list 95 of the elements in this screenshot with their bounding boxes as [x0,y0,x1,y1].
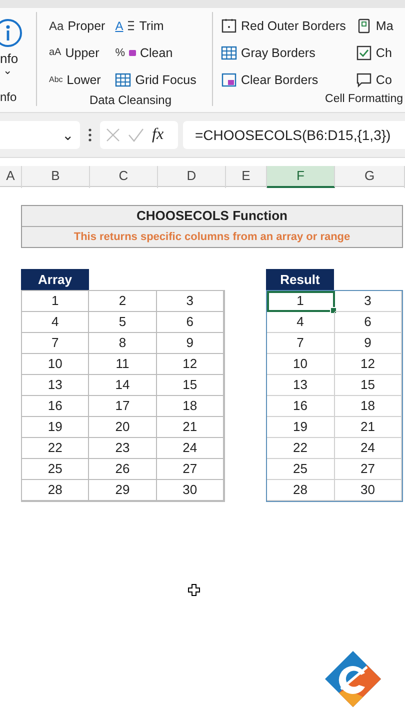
table-cell: 19 [267,417,334,438]
table-cell: 5 [89,312,157,333]
table-cell: 21 [334,417,402,438]
table-cell: 23 [89,438,157,459]
table-cell: 9 [334,333,402,354]
table-cell: 10 [22,354,90,375]
column-header[interactable]: G [335,166,405,188]
ribbon-command[interactable]: A Trim [115,12,198,39]
table-cell: 13 [22,375,90,396]
table-cell: 9 [156,333,224,354]
table-cell: 1 [267,291,334,312]
table-cell: 28 [267,480,334,501]
table-cell: 18 [334,396,402,417]
table-cell: 13 [267,375,334,396]
column-header[interactable]: F [267,166,335,188]
ribbon-command[interactable]: Ch [356,39,396,66]
group-label: Cell Formatting [324,93,404,106]
table-cell: 24 [156,438,224,459]
ribbon-command[interactable]: Co [356,66,396,93]
group-label: Data Cleansing [88,93,173,107]
fill-handle[interactable] [330,307,336,314]
sheet-title: CHOOSECOLS Function [22,206,402,227]
move-cursor-icon [188,584,200,596]
table-cell: 4 [267,312,334,333]
table-cell: 25 [267,459,334,480]
table-cell: 15 [334,375,402,396]
table-cell: 10 [267,354,334,375]
clear-borders-icon [221,72,237,88]
table-cell: 15 [156,375,224,396]
formula-field[interactable]: =CHOOSECOLS(B6:D15,{1,3}) [183,121,405,149]
table-cell: 20 [89,417,157,438]
book-icon [356,18,372,34]
table-cell: 16 [267,396,334,417]
caret-icon[interactable]: ⌄ [62,127,74,143]
table-cell: 3 [156,291,224,312]
ribbon-command[interactable]: Ma [356,12,396,39]
table-cell: 18 [156,396,224,417]
table-cell: 12 [334,354,402,375]
ribbon-command[interactable]: aA Upper [49,39,108,66]
table-cell: 22 [267,438,334,459]
ribbon-command[interactable]: % Clean [115,39,198,66]
ribbon-command[interactable]: Clear Borders [221,66,348,93]
ribbon-command[interactable]: Aa Proper [49,12,108,39]
insert-function-button[interactable]: fx [152,126,164,144]
name-box[interactable]: ⌄ [0,121,80,149]
table-cell: 28 [22,480,90,501]
table-cell: 8 [89,333,157,354]
table-cell: 21 [156,417,224,438]
table-cell: 27 [156,459,224,480]
table-cell: 22 [22,438,90,459]
table-cell: 25 [22,459,90,480]
checkbox-icon [356,44,372,60]
table-header: Array [21,269,89,290]
column-header[interactable]: D [158,166,226,188]
table-cell: 4 [22,312,90,333]
table-cell: 7 [22,333,90,354]
info-button-label[interactable]: nfo [0,51,18,66]
sheet-subtitle: This returns specific columns from an array or range [22,227,402,247]
table-cell: 30 [156,480,224,501]
table-cell: 2 [89,291,157,312]
table-cell: 6 [156,312,224,333]
column-header[interactable]: B [22,166,90,188]
table-cell: 29 [89,480,157,501]
table-cell: 14 [89,375,157,396]
ribbon-command[interactable]: Gray Borders [221,39,348,66]
info-icon[interactable] [0,18,22,48]
more-icon[interactable] [88,128,92,142]
table-cell: 6 [334,312,402,333]
ribbon-command[interactable]: Red Outer Borders [221,12,348,39]
group-label: nfo [0,90,18,106]
table-cell: 19 [22,417,90,438]
grid-icon [221,44,237,60]
table-cell: 24 [334,438,402,459]
border-icon [221,18,237,34]
table-cell: 7 [267,333,334,354]
eraser-icon [129,50,136,56]
column-header[interactable]: A [0,166,22,188]
table-cell: 11 [89,354,157,375]
table-cell: 12 [156,354,224,375]
ribbon-command[interactable]: Grid Focus [115,66,198,93]
comment-icon [356,72,372,88]
table-cell: 30 [334,480,402,501]
table-cell: 27 [334,459,402,480]
table-cell: 3 [334,291,402,312]
table-header: Result [266,269,334,290]
table-cell: 17 [89,396,157,417]
table-cell: 26 [89,459,157,480]
grid-icon [115,72,132,88]
ribbon-command[interactable]: Abc Lower [49,66,108,93]
table-cell: 16 [22,396,90,417]
table-cell: 1 [22,291,90,312]
logo-icon [323,649,383,709]
check-icon[interactable] [128,128,144,142]
column-header[interactable]: C [90,166,158,188]
caret-icon[interactable]: ⌄ [3,66,12,76]
